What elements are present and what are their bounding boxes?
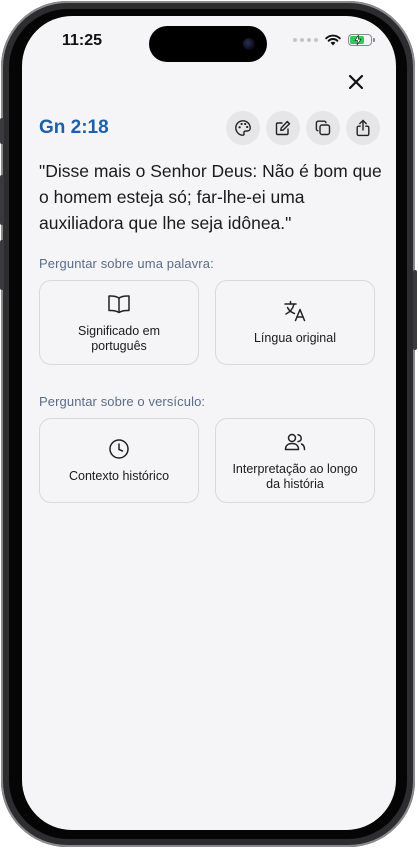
interpretation-history-button[interactable]: Interpretação ao longo da história bbox=[215, 418, 375, 503]
edit-icon bbox=[275, 120, 291, 136]
copy-icon bbox=[315, 120, 331, 136]
share-button[interactable] bbox=[346, 111, 380, 145]
word-section-title: Perguntar sobre uma palavra: bbox=[39, 256, 214, 271]
app-screen: 11:25 Gn 2:18 "Disse mais o Senhor Deus:… bbox=[22, 16, 396, 830]
action-button bbox=[0, 118, 4, 144]
wifi-icon bbox=[325, 34, 341, 46]
book-open-icon bbox=[108, 294, 130, 313]
users-icon bbox=[284, 433, 306, 450]
word-meaning-button[interactable]: Significado em português bbox=[39, 280, 199, 365]
historical-context-button[interactable]: Contexto histórico bbox=[39, 418, 199, 503]
word-meaning-label: Significado em português bbox=[78, 323, 160, 353]
interpretation-history-label: Interpretação ao longo da história bbox=[232, 461, 358, 491]
verse-toolbar bbox=[226, 111, 380, 145]
verse-reference: Gn 2:18 bbox=[39, 117, 109, 138]
palette-icon bbox=[235, 120, 251, 136]
original-language-button[interactable]: Língua original bbox=[215, 280, 375, 365]
add-note-button[interactable] bbox=[266, 111, 300, 145]
clock-icon bbox=[109, 439, 129, 459]
status-time: 11:25 bbox=[62, 32, 103, 49]
verse-text[interactable]: "Disse mais o Senhor Deus: Não é bom que… bbox=[39, 158, 384, 236]
translate-icon bbox=[284, 300, 306, 322]
volume-down-button bbox=[0, 240, 4, 290]
volume-up-button bbox=[0, 175, 4, 225]
close-button[interactable] bbox=[342, 68, 370, 96]
copy-button[interactable] bbox=[306, 111, 340, 145]
battery-icon bbox=[348, 34, 375, 46]
close-icon bbox=[348, 74, 364, 90]
dynamic-island bbox=[149, 26, 267, 62]
original-language-label: Língua original bbox=[253, 331, 336, 345]
signal-icon bbox=[293, 38, 318, 42]
camera-icon bbox=[243, 38, 255, 50]
status-icons bbox=[293, 34, 375, 46]
highlight-color-button[interactable] bbox=[226, 111, 260, 145]
share-icon bbox=[356, 119, 370, 137]
verse-section-title: Perguntar sobre o versículo: bbox=[39, 394, 206, 409]
historical-context-label: Contexto histórico bbox=[68, 469, 170, 483]
power-button bbox=[413, 270, 417, 350]
